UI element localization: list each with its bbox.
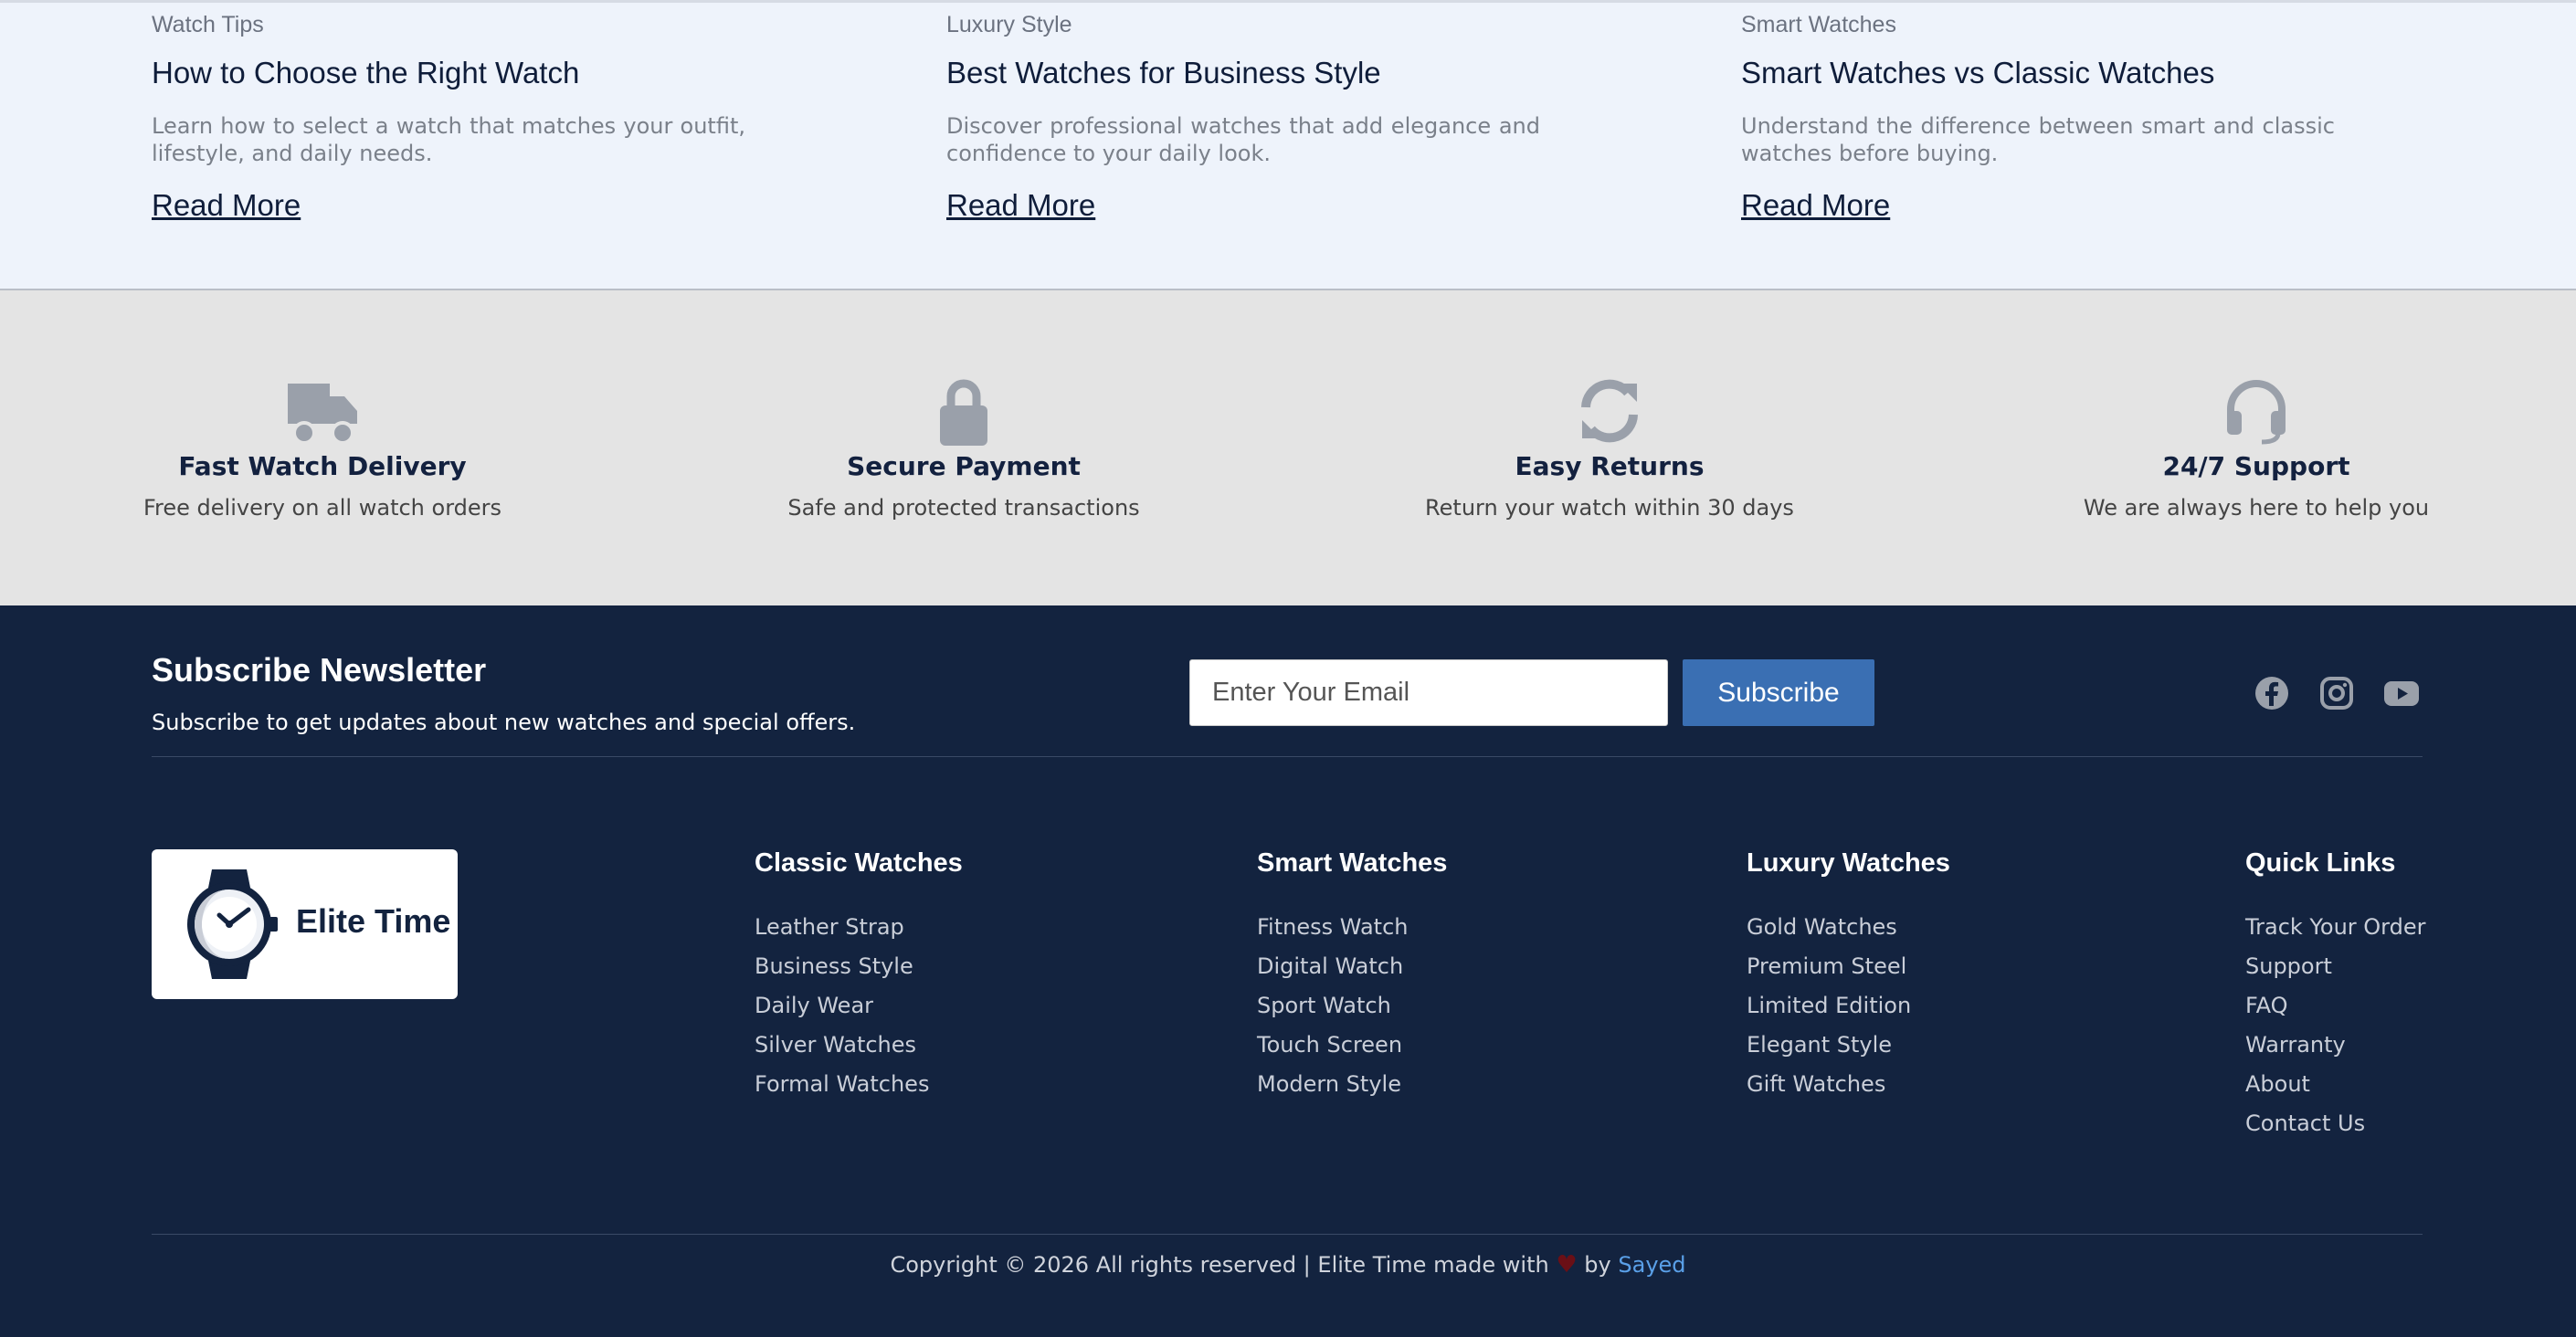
footer-link[interactable]: Touch Screen	[1257, 1026, 1447, 1065]
copyright-by: by	[1584, 1252, 1611, 1278]
youtube-icon[interactable]	[2383, 675, 2420, 711]
heart-icon: ♥	[1556, 1251, 1578, 1279]
copyright: Copyright © 2026 All rights reserved | E…	[0, 1251, 2576, 1279]
newsletter-title: Subscribe Newsletter	[152, 651, 487, 689]
footer-link[interactable]: Premium Steel	[1747, 947, 1950, 986]
footer-link[interactable]: FAQ	[2245, 986, 2426, 1026]
feature-description: Return your watch within 30 days	[1425, 495, 1794, 521]
copyright-text: Copyright © 2026 All rights reserved | E…	[890, 1252, 1549, 1278]
refresh-icon	[1581, 379, 1638, 443]
footer-link[interactable]: Fitness Watch	[1257, 908, 1447, 947]
footer-column-quick-links: Quick Links Track Your Order Support FAQ…	[2245, 847, 2426, 1143]
footer-link[interactable]: Business Style	[755, 947, 963, 986]
footer-link[interactable]: About	[2245, 1065, 2426, 1104]
blog-description: Understand the difference between smart …	[1741, 113, 2335, 166]
footer-link[interactable]: Silver Watches	[755, 1026, 963, 1065]
feature-title: 24/7 Support	[2162, 451, 2350, 481]
footer-link[interactable]: Elegant Style	[1747, 1026, 1950, 1065]
features-section: Fast Watch Delivery Free delivery on all…	[0, 290, 2576, 605]
brand-name: Elite Time	[296, 902, 451, 940]
read-more-link[interactable]: Read More	[1741, 188, 1890, 223]
feature-description: Free delivery on all watch orders	[143, 495, 502, 521]
headset-icon	[2227, 380, 2286, 445]
blog-category: Watch Tips	[152, 12, 264, 37]
feature-title: Easy Returns	[1515, 451, 1705, 481]
column-heading: Quick Links	[2245, 848, 2396, 878]
feature-description: Safe and protected transactions	[787, 495, 1140, 521]
footer-column-smart: Smart Watches Fitness Watch Digital Watc…	[1257, 847, 1447, 1104]
author-link[interactable]: Sayed	[1618, 1252, 1685, 1278]
feature-title: Secure Payment	[847, 451, 1081, 481]
footer-link[interactable]: Sport Watch	[1257, 986, 1447, 1026]
blog-title: How to Choose the Right Watch	[152, 56, 580, 89]
read-more-link[interactable]: Read More	[946, 188, 1095, 223]
truck-icon	[288, 384, 357, 445]
column-heading: Classic Watches	[755, 848, 963, 878]
footer-column-luxury: Luxury Watches Gold Watches Premium Stee…	[1747, 847, 1950, 1104]
blog-title: Best Watches for Business Style	[946, 56, 1381, 89]
instagram-icon[interactable]	[2318, 675, 2355, 711]
footer-link[interactable]: Daily Wear	[755, 986, 963, 1026]
read-more-link[interactable]: Read More	[152, 188, 301, 223]
blog-category: Smart Watches	[1741, 12, 1896, 37]
feature-description: We are always here to help you	[2083, 495, 2430, 521]
footer-divider	[152, 1234, 2423, 1235]
footer-link[interactable]: Modern Style	[1257, 1065, 1447, 1104]
blog-title: Smart Watches vs Classic Watches	[1741, 56, 2215, 89]
subscribe-button[interactable]: Subscribe	[1683, 659, 1874, 726]
blog-description: Discover professional watches that add e…	[946, 113, 1540, 166]
footer-link[interactable]: Gold Watches	[1747, 908, 1950, 947]
footer-link[interactable]: Track Your Order	[2245, 908, 2426, 947]
column-heading: Luxury Watches	[1747, 848, 1950, 878]
feature-title: Fast Watch Delivery	[178, 451, 467, 481]
blog-description: Learn how to select a watch that matches…	[152, 113, 745, 166]
footer-link[interactable]: Digital Watch	[1257, 947, 1447, 986]
column-heading: Smart Watches	[1257, 848, 1448, 878]
footer: Subscribe Newsletter Subscribe to get up…	[0, 605, 2576, 1337]
footer-link[interactable]: Support	[2245, 947, 2426, 986]
footer-link[interactable]: Formal Watches	[755, 1065, 963, 1104]
footer-link[interactable]: Limited Edition	[1747, 986, 1950, 1026]
blog-category: Luxury Style	[946, 12, 1072, 37]
lock-icon	[940, 379, 987, 446]
email-input[interactable]	[1189, 659, 1668, 726]
footer-link[interactable]: Warranty	[2245, 1026, 2426, 1065]
watch-logo-icon	[187, 869, 278, 979]
footer-link[interactable]: Gift Watches	[1747, 1065, 1950, 1104]
footer-link[interactable]: Contact Us	[2245, 1104, 2426, 1143]
newsletter-subtitle: Subscribe to get updates about new watch…	[152, 710, 856, 735]
footer-column-classic: Classic Watches Leather Strap Business S…	[755, 847, 963, 1104]
facebook-icon[interactable]	[2254, 675, 2290, 711]
footer-divider	[152, 756, 2423, 757]
blog-section: Watch Tips How to Choose the Right Watch…	[0, 0, 2576, 290]
footer-link[interactable]: Leather Strap	[755, 908, 963, 947]
brand-logo[interactable]: Elite Time	[152, 849, 458, 999]
